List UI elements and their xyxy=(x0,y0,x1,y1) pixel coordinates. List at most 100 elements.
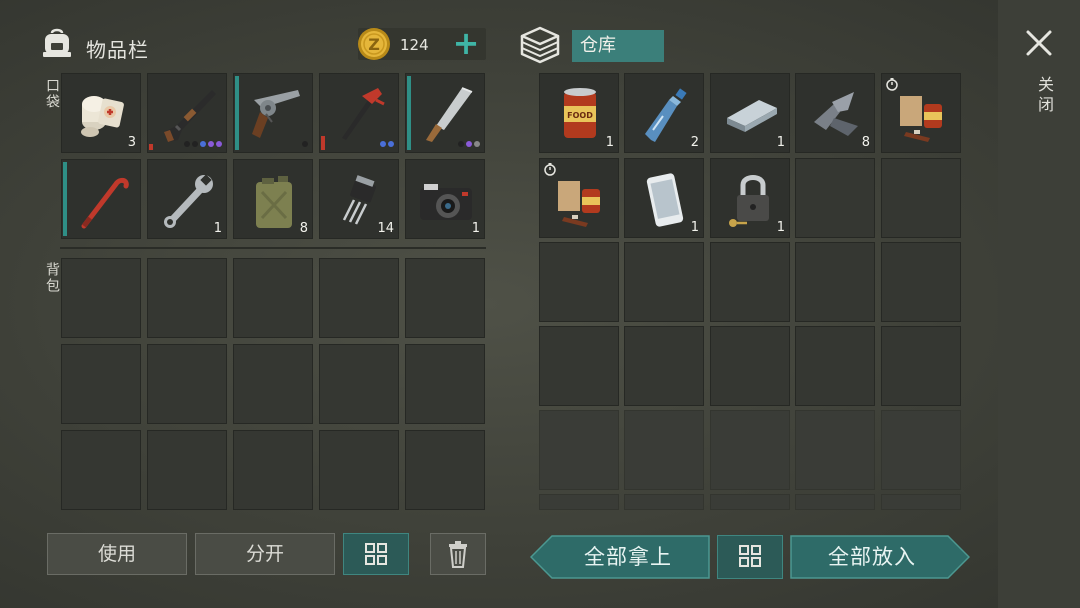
crowbar-icon xyxy=(81,177,129,229)
warehouse-slot[interactable] xyxy=(710,326,790,406)
use-button[interactable]: 使用 xyxy=(47,533,187,575)
put-all-label: 全部放入 xyxy=(828,545,916,569)
warehouse-slot-padlock[interactable]: 1 xyxy=(710,158,790,238)
warehouse-slot[interactable] xyxy=(539,326,619,406)
hammer-icon xyxy=(342,88,385,140)
warehouse-slot-food-bundle[interactable] xyxy=(881,73,961,153)
warehouse-slot-locked xyxy=(795,410,875,490)
durability-bar xyxy=(407,76,411,150)
take-all-label: 全部拿上 xyxy=(584,545,672,569)
backpack-slot[interactable] xyxy=(405,258,485,338)
backpack-slot[interactable] xyxy=(147,258,227,338)
add-coins-button[interactable]: + xyxy=(452,27,480,60)
camera-icon xyxy=(420,184,472,220)
item-count: 14 xyxy=(377,221,394,236)
warehouse-box-icon xyxy=(520,26,560,64)
backpack-slot[interactable] xyxy=(233,344,313,424)
svg-text:FOOD: FOOD xyxy=(567,111,593,120)
warehouse-slot[interactable] xyxy=(881,242,961,322)
warehouse-slot[interactable] xyxy=(624,242,704,322)
backpack-slot[interactable] xyxy=(405,344,485,424)
backpack-slot[interactable] xyxy=(319,344,399,424)
pocket-slot-camera[interactable]: 1 xyxy=(405,159,485,239)
scrap-metal-icon xyxy=(814,92,858,136)
coin-icon: Z xyxy=(358,28,390,60)
backpack-slot[interactable] xyxy=(147,344,227,424)
item-count: 1 xyxy=(776,135,785,150)
backpack-slot[interactable] xyxy=(233,430,313,510)
close-label[interactable]: 关闭 xyxy=(1032,76,1056,116)
item-count: 1 xyxy=(213,221,222,236)
warehouse-slot-metal-ingot[interactable]: 1 xyxy=(710,73,790,153)
inventory-title: 物品栏 xyxy=(86,38,149,62)
warehouse-slot-locked xyxy=(881,494,961,510)
warehouse-slot-smartphone[interactable]: 1 xyxy=(624,158,704,238)
warehouse-slot-locked xyxy=(624,410,704,490)
warehouse-title: 仓库 xyxy=(572,30,664,62)
backpack-slot[interactable] xyxy=(61,430,141,510)
food-bundle-icon xyxy=(558,181,600,227)
sort-inventory-button[interactable] xyxy=(343,533,409,575)
warehouse-slot[interactable] xyxy=(881,326,961,406)
split-button[interactable]: 分开 xyxy=(195,533,335,575)
backpack-slot[interactable] xyxy=(233,258,313,338)
pocket-backpack-divider xyxy=(60,247,486,249)
warehouse-slot[interactable] xyxy=(795,158,875,238)
warehouse-slot-locked xyxy=(795,494,875,510)
backpack-slot[interactable] xyxy=(319,430,399,510)
warehouse-slot[interactable] xyxy=(795,326,875,406)
upgrade-dots xyxy=(302,141,308,147)
durability-bar xyxy=(235,76,239,150)
take-all-button[interactable]: 全部拿上 xyxy=(530,535,710,579)
warehouse-slot-food-bundle[interactable] xyxy=(539,158,619,238)
backpack-slot[interactable] xyxy=(147,430,227,510)
warehouse-slot[interactable] xyxy=(881,158,961,238)
warehouse-slot-scrap-metal[interactable]: 8 xyxy=(795,73,875,153)
warehouse-slot[interactable] xyxy=(624,326,704,406)
close-icon[interactable] xyxy=(1022,26,1056,60)
shotgun-icon xyxy=(164,90,216,142)
canned-food-icon: FOOD xyxy=(564,88,596,138)
backpack-icon xyxy=(43,28,71,57)
backpack-slot[interactable] xyxy=(61,344,141,424)
item-count: 8 xyxy=(861,135,870,150)
svg-text:Z: Z xyxy=(368,35,380,54)
wrench-icon xyxy=(164,174,213,228)
warehouse-slot-locked xyxy=(539,494,619,510)
backpack-slot[interactable] xyxy=(61,258,141,338)
warehouse-slot-canned-food[interactable]: FOOD 1 xyxy=(539,73,619,153)
pocket-slot-shotgun[interactable] xyxy=(147,73,227,153)
pocket-slot-revolver[interactable] xyxy=(233,73,313,153)
trash-icon xyxy=(449,541,467,568)
pocket-slot-transistor[interactable]: 14 xyxy=(319,159,399,239)
item-count: 1 xyxy=(690,220,699,235)
warehouse-slot-water-bottle[interactable]: 2 xyxy=(624,73,704,153)
durability-bar xyxy=(321,136,325,150)
put-all-button[interactable]: 全部放入 xyxy=(790,535,970,579)
sort-warehouse-button[interactable] xyxy=(717,535,783,579)
warehouse-slot[interactable] xyxy=(710,242,790,322)
backpack-slot[interactable] xyxy=(405,430,485,510)
warehouse-slot-locked xyxy=(881,410,961,490)
pocket-slot-crowbar[interactable] xyxy=(61,159,141,239)
revolver-icon xyxy=(252,90,300,138)
warehouse-slot[interactable] xyxy=(795,242,875,322)
pocket-slot-jerrycan[interactable]: 8 xyxy=(233,159,313,239)
durability-bar xyxy=(63,162,67,236)
machete-icon xyxy=(426,87,473,142)
pocket-slot-wrench[interactable]: 1 xyxy=(147,159,227,239)
grid-icon xyxy=(739,545,761,567)
backpack-label: 背包 xyxy=(44,262,60,294)
bandage-icon xyxy=(81,96,124,137)
item-count: 2 xyxy=(690,135,699,150)
discard-button[interactable] xyxy=(430,533,486,575)
pocket-slot-hammer[interactable] xyxy=(319,73,399,153)
warehouse-slot-locked xyxy=(539,410,619,490)
jerrycan-icon xyxy=(256,176,292,228)
item-count: 3 xyxy=(127,135,136,150)
pocket-slot-bandage[interactable]: 3 xyxy=(61,73,141,153)
warehouse-slot[interactable] xyxy=(539,242,619,322)
water-bottle-icon xyxy=(645,88,687,142)
pocket-slot-machete[interactable] xyxy=(405,73,485,153)
backpack-slot[interactable] xyxy=(319,258,399,338)
